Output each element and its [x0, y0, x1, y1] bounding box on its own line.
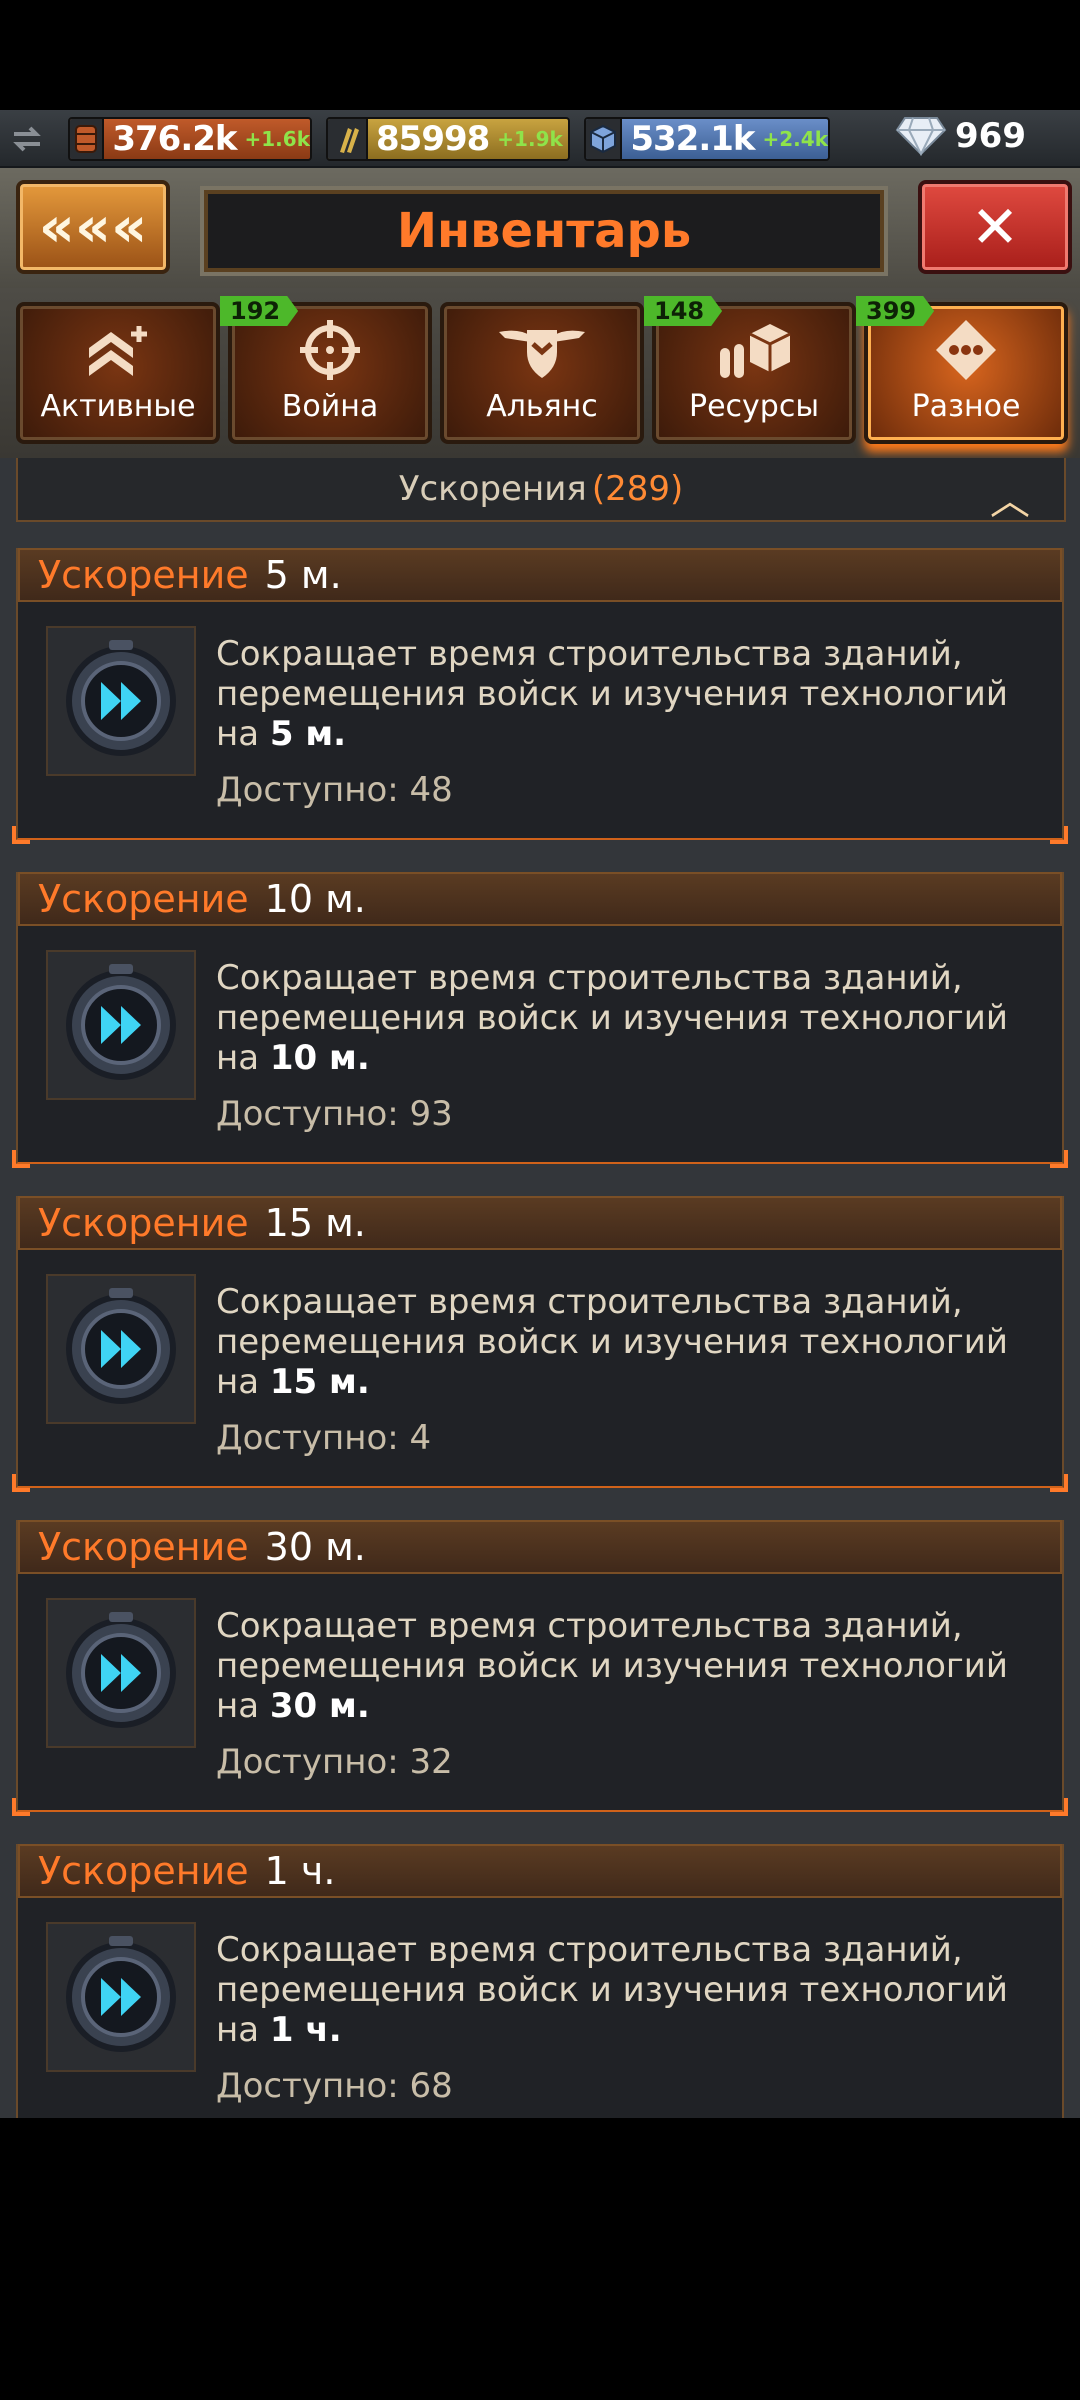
resource-bar: 376.2k +1.6k 85998 +1.9k 532.1k +2.4k 96… — [0, 110, 1080, 168]
item-amount: 1 ч. — [264, 1849, 336, 1893]
item-card[interactable]: Ускорение 15 м. Сокращает время строител… — [12, 1196, 1068, 1492]
item-name: Ускорение — [38, 1525, 249, 1569]
speedup-icon — [46, 626, 196, 776]
ammo-icon — [328, 119, 368, 159]
item-available: Доступно: 48 — [216, 770, 453, 810]
gems-value: 969 — [955, 116, 1026, 156]
tab-alliance[interactable]: Альянс — [440, 302, 644, 444]
inventory-list[interactable]: Ускорения (289) ︿ Ускорение 5 м. Сокраща… — [0, 458, 1080, 2118]
item-description-amount: 10 м. — [269, 1038, 370, 1078]
diamond-icon — [895, 117, 947, 156]
corner-decoration — [12, 1474, 30, 1492]
speedup-icon — [46, 1598, 196, 1748]
resource-oil-increment: +1.6k — [244, 127, 311, 151]
item-description: Сокращает время строительства зданий, пе… — [216, 634, 1056, 754]
item-amount: 30 м. — [264, 1525, 366, 1569]
tab-bar: Активные 192 Война Альянс 148 Ресурсы 39… — [0, 288, 1080, 458]
category-title: Ускорения — [398, 469, 587, 509]
item-description: Сокращает время строительства зданий, пе… — [216, 1282, 1056, 1402]
tab-label: Активные — [40, 389, 196, 424]
resource-metal[interactable]: 532.1k +2.4k — [584, 117, 830, 161]
item-available: Доступно: 4 — [216, 1418, 432, 1458]
back-arrows-icon: ««« — [38, 194, 148, 260]
corner-decoration — [1050, 1150, 1068, 1168]
corner-decoration — [12, 826, 30, 844]
tab-war[interactable]: 192 Война — [220, 296, 432, 444]
resource-ammo-increment: +1.9k — [497, 127, 563, 151]
item-available: Доступно: 93 — [216, 1094, 453, 1134]
item-card-header: Ускорение 15 м. — [18, 1196, 1062, 1250]
corner-decoration — [12, 1798, 30, 1816]
wings-shield-icon — [444, 318, 640, 382]
corner-decoration — [1050, 826, 1068, 844]
speedup-icon — [46, 1922, 196, 2072]
header: ««« Инвентарь ✕ — [0, 168, 1080, 288]
item-amount: 5 м. — [264, 553, 342, 597]
metal-cube-icon — [586, 119, 623, 159]
corner-decoration — [1050, 1474, 1068, 1492]
tab-label: Ресурсы — [688, 389, 820, 424]
tab-label: Разное — [911, 389, 1021, 424]
resource-ammo[interactable]: 85998 +1.9k — [326, 117, 570, 161]
item-description-amount: 5 м. — [269, 714, 347, 754]
item-description: Сокращает время строительства зданий, пе… — [216, 1606, 1056, 1726]
back-button[interactable]: ««« — [16, 180, 170, 274]
tab-label: Альянс — [486, 389, 598, 424]
item-card-header: Ускорение 1 ч. — [18, 1844, 1062, 1898]
resource-ammo-value: 85998 — [376, 119, 490, 159]
item-card[interactable]: Ускорение 10 м. Сокращает время строител… — [12, 872, 1068, 1168]
item-description-amount: 1 ч. — [269, 2010, 342, 2050]
item-available: Доступно: 32 — [216, 1742, 453, 1782]
resources-icon — [656, 318, 852, 382]
resource-oil-value: 376.2k — [112, 119, 237, 159]
crosshair-icon — [232, 318, 428, 382]
resource-oil[interactable]: 376.2k +1.6k — [68, 117, 312, 161]
item-card[interactable]: Ускорение 5 м. Сокращает время строитель… — [12, 548, 1068, 844]
item-name: Ускорение — [38, 1201, 249, 1245]
item-name: Ускорение — [38, 877, 249, 921]
item-description-amount: 15 м. — [269, 1362, 370, 1402]
corner-decoration — [1050, 1798, 1068, 1816]
speedup-icon — [46, 1274, 196, 1424]
swap-icon[interactable] — [10, 124, 44, 154]
page-title: Инвентарь — [396, 203, 692, 259]
resource-metal-increment: +2.4k — [762, 127, 829, 151]
close-icon: ✕ — [970, 193, 1020, 261]
chevron-up-icon[interactable]: ︿ — [990, 468, 1030, 526]
item-card-header: Ускорение 5 м. — [18, 548, 1062, 602]
item-name: Ускорение — [38, 553, 249, 597]
close-button[interactable]: ✕ — [918, 180, 1072, 274]
category-header[interactable]: Ускорения (289) ︿ — [16, 458, 1066, 524]
speedup-icon — [46, 950, 196, 1100]
tab-resources[interactable]: 148 Ресурсы — [644, 296, 856, 444]
item-card[interactable]: Ускорение 1 ч. Сокращает время строитель… — [16, 1844, 1064, 2118]
tab-label: Война — [281, 389, 379, 424]
resource-metal-value: 532.1k — [630, 119, 755, 159]
item-amount: 10 м. — [264, 877, 366, 921]
item-description: Сокращает время строительства зданий, пе… — [216, 958, 1056, 1078]
item-card-header: Ускорение 30 м. — [18, 1520, 1062, 1574]
oil-barrel-icon — [70, 119, 105, 159]
item-card[interactable]: Ускорение 30 м. Сокращает время строител… — [12, 1520, 1068, 1816]
item-description: Сокращает время строительства зданий, пе… — [216, 1930, 1056, 2050]
item-name: Ускорение — [38, 1849, 249, 1893]
tab-misc[interactable]: 399 Разное — [856, 296, 1068, 444]
tab-active[interactable]: Активные — [16, 302, 220, 444]
item-available: Доступно: 68 — [216, 2066, 453, 2106]
category-count: (289) — [591, 469, 684, 509]
item-amount: 15 м. — [264, 1201, 366, 1245]
item-card-header: Ускорение 10 м. — [18, 872, 1062, 926]
corner-decoration — [12, 1150, 30, 1168]
page-title-box: Инвентарь — [204, 190, 884, 272]
rank-plus-icon — [20, 318, 216, 382]
gems-counter[interactable]: 969 — [895, 116, 1026, 156]
item-description-amount: 30 м. — [269, 1686, 370, 1726]
dice-icon — [868, 318, 1064, 382]
